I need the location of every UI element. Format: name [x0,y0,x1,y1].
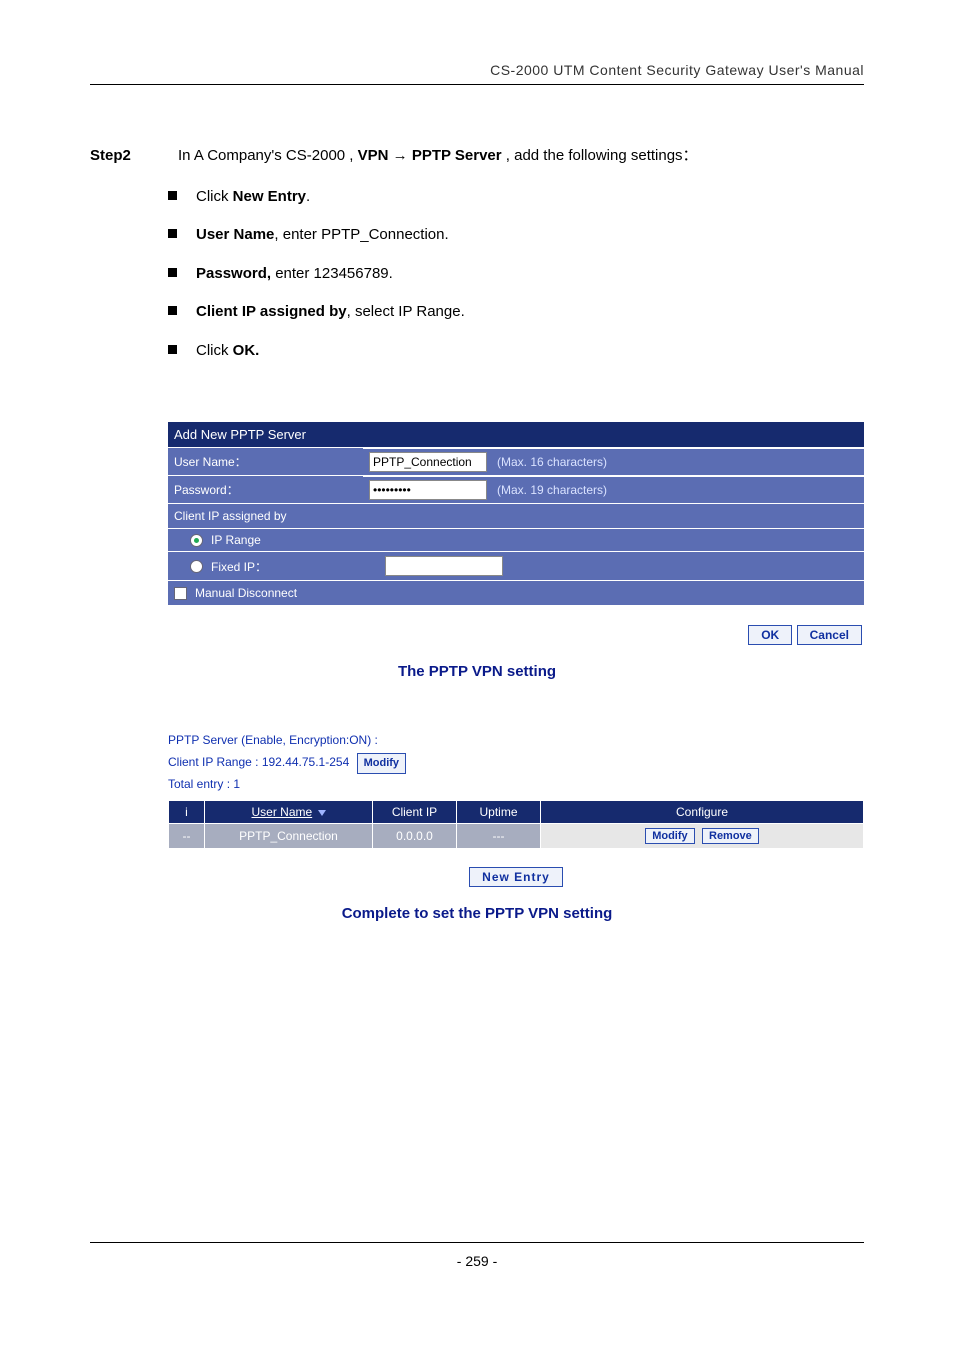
bullet-text: Click [196,342,233,359]
password-cell: (Max. 19 characters) [363,477,864,503]
step-label: Step2 [90,145,150,168]
pptp-table: i User Name Client IP Uptime Configure -… [168,800,864,849]
client-ip-range-text: Client IP Range : 192.44.75.1-254 [168,755,349,769]
username-hint: (Max. 16 characters) [497,455,607,469]
step-instruction: Step2 In A Company's CS-2000 , VPN → PPT… [90,145,864,168]
username-input[interactable] [369,452,487,472]
bullet-text: , select IP Range. [347,303,465,320]
username-label: User Name： [168,448,363,475]
cell-configure: Modify Remove [541,823,864,848]
bullet-ok: Click OK. [168,340,864,363]
bullet-bold: Password, [196,265,271,282]
col-clientip: Client IP [373,800,457,823]
cell-clientip: 0.0.0.0 [373,823,457,848]
username-row: User Name： (Max. 16 characters) [168,447,864,475]
bullet-password: Password, enter 123456789. [168,263,864,286]
username-cell: (Max. 16 characters) [363,449,864,475]
footer-rule [90,1242,864,1243]
password-input[interactable] [369,480,487,500]
modify-range-button[interactable]: Modify [357,753,406,775]
fixed-ip-row[interactable]: Fixed IP： [168,551,864,580]
bullet-bold: OK. [233,342,260,359]
password-label: Password： [168,476,363,503]
bullet-client-ip: Client IP assigned by, select IP Range. [168,301,864,324]
remove-button[interactable]: Remove [702,828,759,844]
step-text-post: , add the following settings： [502,147,698,164]
step-pptp: PPTP Server [412,147,502,164]
list-status-2: Client IP Range : 192.44.75.1-254 Modify [168,752,864,775]
col-configure: Configure [541,800,864,823]
radio-ip-range[interactable] [190,534,203,547]
cell-username: PPTP_Connection [205,823,373,848]
bullet-text: enter 123456789. [271,265,393,282]
cell-uptime: --- [457,823,541,848]
pptp-list-area: PPTP Server (Enable, Encryption:ON) : Cl… [168,730,864,887]
step-vpn: VPN [358,147,389,164]
col-username[interactable]: User Name [205,800,373,823]
ip-range-label: IP Range [211,533,261,547]
bullet-new-entry: Click New Entry. [168,186,864,209]
manual-disconnect-checkbox[interactable] [174,587,187,600]
radio-fixed-ip[interactable] [190,560,203,573]
col-uptime: Uptime [457,800,541,823]
bullet-text: Click [196,188,233,205]
fixed-ip-input[interactable] [385,556,503,576]
page-number: - 259 - [90,1253,864,1269]
manual-disconnect-cell[interactable]: Manual Disconnect [168,581,864,605]
form-title: Add New PPTP Server [168,422,864,447]
list-status-1: PPTP Server (Enable, Encryption:ON) : [168,730,864,752]
bullet-bold: Client IP assigned by [196,303,347,320]
form-button-bar: OK Cancel [168,625,864,645]
list-total-entry: Total entry : 1 [168,774,864,796]
new-entry-row: New Entry [168,867,864,887]
manual-disconnect-label: Manual Disconnect [195,586,297,600]
step-text-pre: In A Company's CS-2000 , [178,147,358,164]
bullet-bold: New Entry [233,188,306,205]
password-hint: (Max. 19 characters) [497,483,607,497]
pptp-form: Add New PPTP Server User Name： (Max. 16 … [168,422,864,605]
col-username-label: User Name [251,805,312,819]
table-header-row: i User Name Client IP Uptime Configure [169,800,864,823]
caption-complete: Complete to set the PPTP VPN setting [90,905,864,922]
manual-disconnect-row: Manual Disconnect [168,580,864,605]
col-i: i [169,800,205,823]
fixed-ip-label: Fixed IP： [211,558,267,575]
step-text: In A Company's CS-2000 , VPN → PPTP Serv… [178,145,864,168]
caption-pptp-setting: The PPTP VPN setting [90,663,864,680]
modify-button[interactable]: Modify [645,828,694,844]
bullet-bold: User Name [196,226,274,243]
table-row: -- PPTP_Connection 0.0.0.0 --- Modify Re… [169,823,864,848]
client-ip-label: Client IP assigned by [168,504,864,528]
cell-i: -- [169,823,205,848]
header-rule [90,84,864,85]
sort-down-icon [318,810,326,816]
ok-button[interactable]: OK [748,625,792,645]
bullet-text: , enter PPTP_Connection. [274,226,448,243]
ip-range-row[interactable]: IP Range [168,528,864,551]
page-header: CS-2000 UTM Content Security Gateway Use… [90,62,864,78]
arrow-icon: → [388,147,411,164]
bullet-username: User Name, enter PPTP_Connection. [168,224,864,247]
page-footer: - 259 - [90,922,864,1269]
new-entry-button[interactable]: New Entry [469,867,563,887]
instruction-list: Click New Entry. User Name, enter PPTP_C… [168,186,864,363]
client-ip-row: Client IP assigned by [168,503,864,528]
cancel-button[interactable]: Cancel [797,625,862,645]
password-row: Password： (Max. 19 characters) [168,475,864,503]
bullet-text: . [306,188,310,205]
